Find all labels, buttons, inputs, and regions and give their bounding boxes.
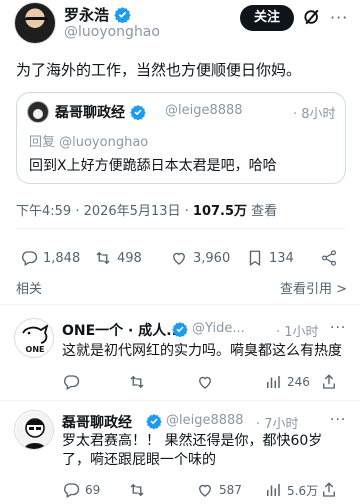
reply-text: 这就是初代网红的实力吗。嗬臭都这么有热度	[62, 343, 342, 359]
share-icon	[323, 374, 335, 389]
share-button[interactable]	[320, 370, 343, 394]
bookmark-button[interactable]: 134	[246, 246, 294, 270]
share-button[interactable]	[320, 246, 343, 270]
reply-avatar-logo: ONE	[22, 323, 49, 354]
share-button[interactable]	[320, 478, 343, 502]
tweet-text: 为了海外的工作，当然也方便顺便日你妈。	[16, 61, 302, 79]
verified-badge-icon	[130, 105, 146, 120]
author-name-row[interactable]: 罗永浩	[64, 4, 131, 25]
retweet-icon	[130, 483, 144, 497]
verified-badge-icon	[172, 322, 188, 337]
quote-avatar[interactable]	[27, 101, 49, 123]
reply-count: 69	[85, 483, 101, 497]
divider	[0, 304, 360, 305]
reply-views: 246	[287, 375, 310, 389]
reply-button[interactable]: 1,848	[20, 246, 80, 270]
reply-author-name[interactable]: ONE一个 · 成人...	[62, 320, 182, 340]
tweet-timestamp[interactable]: 下午4:59 · 2026年5月13日 ·	[16, 204, 189, 219]
divider	[16, 228, 346, 229]
reply-author-name[interactable]: 磊哥聊政经	[62, 412, 132, 432]
heart-icon	[199, 484, 211, 497]
reply-handle[interactable]: @leige8888	[166, 413, 244, 428]
quote-text: 回到X上好方便跪舔日本太君是吧，哈哈	[29, 158, 277, 174]
like-button[interactable]: 3,960	[170, 246, 230, 270]
more-options-icon[interactable]: ···	[330, 320, 346, 336]
retweet-button[interactable]	[128, 478, 151, 502]
author-name[interactable]: 罗永浩	[64, 6, 109, 24]
views-count: 107.5万	[192, 204, 248, 219]
reply-button[interactable]	[62, 370, 85, 394]
quote-reply-to[interactable]: 回复 @luoyonghao	[29, 131, 148, 150]
retweet-icon	[130, 375, 144, 389]
reply-icon	[64, 483, 80, 498]
tweet-actions: 1,848 498 3,960 134	[0, 246, 360, 270]
views-button[interactable]: 5.6万	[264, 478, 318, 502]
view-quotes-link[interactable]: 查看引用 >	[280, 278, 347, 297]
bookmark-count: 134	[269, 250, 294, 266]
reply-actions: 69 587 5.6万	[0, 478, 360, 502]
share-icon	[323, 482, 335, 497]
reply-avatar[interactable]	[14, 410, 54, 450]
reply-views: 5.6万	[287, 483, 319, 498]
reply-button[interactable]: 69	[62, 478, 100, 502]
reply-icon	[64, 375, 80, 390]
share-icon	[322, 250, 336, 266]
reply-time: · 7小时	[256, 417, 299, 432]
heart-icon	[199, 376, 211, 389]
author-avatar[interactable]	[14, 2, 56, 44]
follow-button[interactable]: 关注	[240, 5, 294, 31]
verified-badge-icon	[146, 414, 162, 429]
more-options-icon[interactable]: ···	[330, 8, 348, 27]
reply-icon	[22, 251, 38, 266]
grok-icon[interactable]	[302, 7, 322, 27]
reply-item[interactable]: ONE ONE一个 · 成人... @Yide... · 1小时 ··· 这就是…	[0, 312, 360, 400]
reply-avatar[interactable]: ONE	[14, 318, 54, 358]
reply-item[interactable]: 磊哥聊政经 @leige8888 · 7小时 ··· 罗太君赛高！！ 果然还得是…	[0, 406, 360, 504]
retweet-button[interactable]: 498	[94, 246, 142, 270]
analytics-icon	[267, 484, 280, 496]
views-button[interactable]: 246	[264, 370, 310, 394]
quoted-tweet[interactable]: 磊哥聊政经 @leige8888 · 8小时 回复 @luoyonghao 回到…	[16, 92, 346, 184]
retweet-count: 498	[117, 250, 142, 266]
related-label[interactable]: 相关	[16, 278, 42, 297]
more-options-icon[interactable]: ···	[330, 412, 346, 428]
verified-badge-icon	[114, 7, 131, 23]
quote-handle[interactable]: @leige8888	[165, 103, 243, 118]
quote-author-row[interactable]: 磊哥聊政经	[55, 102, 146, 122]
views-label: 查看	[251, 204, 278, 219]
reply-handle[interactable]: @Yide...	[192, 321, 245, 336]
like-count: 3,960	[193, 250, 231, 266]
retweet-button[interactable]	[128, 370, 151, 394]
heart-icon	[173, 252, 185, 265]
reply-time: · 1小时	[276, 325, 319, 340]
main-tweet: 罗永浩 @luoyonghao 关注 ··· 为了海外的工作，当然也方便顺便日你…	[0, 0, 360, 297]
analytics-icon	[267, 376, 280, 388]
bookmark-icon	[249, 250, 261, 267]
tweet-meta: 下午4:59 · 2026年5月13日 · 107.5万 查看	[16, 200, 277, 219]
reply-avatar-portrait	[16, 412, 53, 449]
author-handle[interactable]: @luoyonghao	[64, 24, 160, 40]
divider	[0, 400, 360, 401]
retweet-icon	[96, 251, 110, 265]
like-count: 587	[219, 483, 242, 497]
like-button[interactable]: 587	[196, 478, 242, 502]
reply-avatar-caption: ONE	[26, 345, 45, 354]
reply-actions: 246	[0, 370, 360, 394]
reply-text: 罗太君赛高！！ 果然还得是你，都快60岁了，嗬还跟屁眼一个味的	[62, 433, 323, 468]
reply-count: 1,848	[43, 250, 81, 266]
like-button[interactable]	[196, 370, 219, 394]
quote-author-name[interactable]: 磊哥聊政经	[55, 105, 125, 121]
quote-time: · 8小时	[293, 107, 336, 122]
